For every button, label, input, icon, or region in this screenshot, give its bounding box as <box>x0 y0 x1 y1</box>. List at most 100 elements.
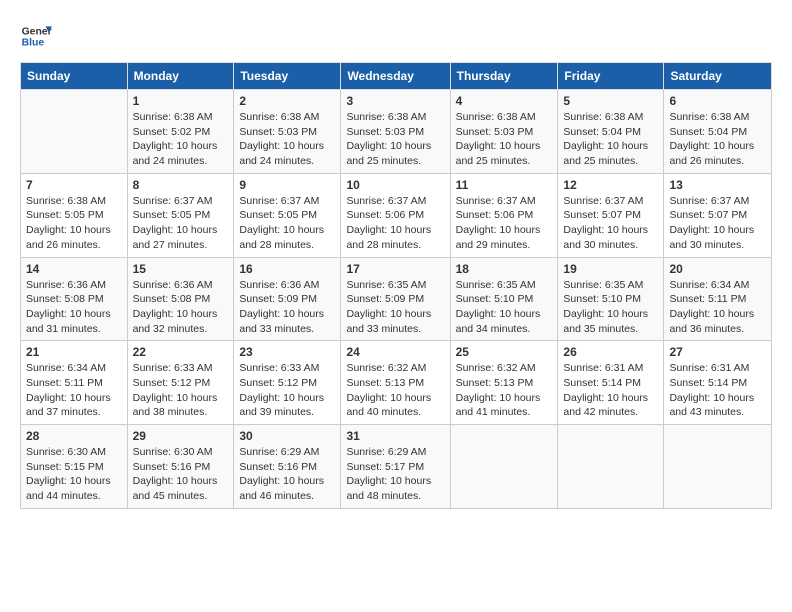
day-number: 25 <box>456 345 553 359</box>
calendar-cell: 22Sunrise: 6:33 AMSunset: 5:12 PMDayligh… <box>127 341 234 425</box>
day-number: 4 <box>456 94 553 108</box>
calendar-cell: 5 Sunrise: 6:38 AMSunset: 5:04 PMDaylight… <box>558 90 664 174</box>
day-info: Sunrise: 6:34 AMSunset: 5:11 PMDaylight:… <box>26 361 122 420</box>
col-header-friday: Friday <box>558 63 664 90</box>
day-number: 20 <box>669 262 766 276</box>
day-number: 19 <box>563 262 658 276</box>
day-number: 6 <box>669 94 766 108</box>
calendar-cell: 9 Sunrise: 6:37 AMSunset: 5:05 PMDaylight… <box>234 173 341 257</box>
calendar-cell: 3 Sunrise: 6:38 AMSunset: 5:03 PMDaylight… <box>341 90 450 174</box>
calendar-week-2: 7 Sunrise: 6:38 AMSunset: 5:05 PMDaylight… <box>21 173 772 257</box>
svg-text:Blue: Blue <box>22 38 45 49</box>
day-info: Sunrise: 6:30 AMSunset: 5:15 PMDaylight:… <box>26 445 122 504</box>
day-number: 27 <box>669 345 766 359</box>
calendar-cell: 21Sunrise: 6:34 AMSunset: 5:11 PMDayligh… <box>21 341 128 425</box>
day-number: 28 <box>26 429 122 443</box>
day-number: 30 <box>239 429 335 443</box>
calendar-cell: 27 Sunrise: 6:31 AMSunset: 5:14 PMDayligh… <box>664 341 772 425</box>
day-number: 23 <box>239 345 335 359</box>
calendar-cell: 16Sunrise: 6:36 AMSunset: 5:09 PMDayligh… <box>234 257 341 341</box>
calendar-cell: 20 Sunrise: 6:34 AMSunset: 5:11 PMDayligh… <box>664 257 772 341</box>
day-number: 7 <box>26 178 122 192</box>
day-number: 3 <box>346 94 444 108</box>
day-info: Sunrise: 6:37 AMSunset: 5:05 PMDaylight:… <box>239 194 335 253</box>
day-number: 18 <box>456 262 553 276</box>
day-info: Sunrise: 6:32 AMSunset: 5:13 PMDaylight:… <box>456 361 553 420</box>
day-info: Sunrise: 6:33 AMSunset: 5:12 PMDaylight:… <box>133 361 229 420</box>
calendar-table: SundayMondayTuesdayWednesdayThursdayFrid… <box>20 62 772 509</box>
day-number: 10 <box>346 178 444 192</box>
day-info: Sunrise: 6:33 AMSunset: 5:12 PMDaylight:… <box>239 361 335 420</box>
calendar-cell <box>558 425 664 509</box>
day-info: Sunrise: 6:37 AMSunset: 5:07 PMDaylight:… <box>563 194 658 253</box>
day-number: 1 <box>133 94 229 108</box>
day-info: Sunrise: 6:35 AMSunset: 5:09 PMDaylight:… <box>346 278 444 337</box>
day-number: 31 <box>346 429 444 443</box>
calendar-cell: 1 Sunrise: 6:38 AMSunset: 5:02 PMDaylight… <box>127 90 234 174</box>
calendar-cell: 17 Sunrise: 6:35 AMSunset: 5:09 PMDayligh… <box>341 257 450 341</box>
calendar-cell: 25 Sunrise: 6:32 AMSunset: 5:13 PMDayligh… <box>450 341 558 425</box>
day-info: Sunrise: 6:36 AMSunset: 5:09 PMDaylight:… <box>239 278 335 337</box>
calendar-week-1: 1 Sunrise: 6:38 AMSunset: 5:02 PMDaylight… <box>21 90 772 174</box>
calendar-week-3: 14 Sunrise: 6:36 AMSunset: 5:08 PMDayligh… <box>21 257 772 341</box>
day-number: 29 <box>133 429 229 443</box>
day-info: Sunrise: 6:32 AMSunset: 5:13 PMDaylight:… <box>346 361 444 420</box>
calendar-cell: 10 Sunrise: 6:37 AMSunset: 5:06 PMDayligh… <box>341 173 450 257</box>
calendar-cell: 24Sunrise: 6:32 AMSunset: 5:13 PMDayligh… <box>341 341 450 425</box>
day-info: Sunrise: 6:29 AMSunset: 5:17 PMDaylight:… <box>346 445 444 504</box>
day-number: 13 <box>669 178 766 192</box>
col-header-sunday: Sunday <box>21 63 128 90</box>
day-number: 9 <box>239 178 335 192</box>
calendar-cell: 18 Sunrise: 6:35 AMSunset: 5:10 PMDayligh… <box>450 257 558 341</box>
calendar-cell <box>21 90 128 174</box>
day-number: 17 <box>346 262 444 276</box>
day-number: 2 <box>239 94 335 108</box>
day-number: 15 <box>133 262 229 276</box>
day-info: Sunrise: 6:31 AMSunset: 5:14 PMDaylight:… <box>669 361 766 420</box>
col-header-saturday: Saturday <box>664 63 772 90</box>
calendar-cell: 31 Sunrise: 6:29 AMSunset: 5:17 PMDayligh… <box>341 425 450 509</box>
day-info: Sunrise: 6:38 AMSunset: 5:04 PMDaylight:… <box>563 110 658 169</box>
col-header-thursday: Thursday <box>450 63 558 90</box>
day-number: 8 <box>133 178 229 192</box>
calendar-cell: 12 Sunrise: 6:37 AMSunset: 5:07 PMDayligh… <box>558 173 664 257</box>
calendar-cell: 23 Sunrise: 6:33 AMSunset: 5:12 PMDayligh… <box>234 341 341 425</box>
day-info: Sunrise: 6:29 AMSunset: 5:16 PMDaylight:… <box>239 445 335 504</box>
day-info: Sunrise: 6:37 AMSunset: 5:05 PMDaylight:… <box>133 194 229 253</box>
day-number: 12 <box>563 178 658 192</box>
day-info: Sunrise: 6:36 AMSunset: 5:08 PMDaylight:… <box>133 278 229 337</box>
day-info: Sunrise: 6:37 AMSunset: 5:06 PMDaylight:… <box>346 194 444 253</box>
day-info: Sunrise: 6:38 AMSunset: 5:04 PMDaylight:… <box>669 110 766 169</box>
day-info: Sunrise: 6:34 AMSunset: 5:11 PMDaylight:… <box>669 278 766 337</box>
day-info: Sunrise: 6:30 AMSunset: 5:16 PMDaylight:… <box>133 445 229 504</box>
day-number: 5 <box>563 94 658 108</box>
calendar-cell <box>664 425 772 509</box>
calendar-cell: 2 Sunrise: 6:38 AMSunset: 5:03 PMDaylight… <box>234 90 341 174</box>
day-info: Sunrise: 6:35 AMSunset: 5:10 PMDaylight:… <box>456 278 553 337</box>
day-info: Sunrise: 6:38 AMSunset: 5:03 PMDaylight:… <box>346 110 444 169</box>
logo: General Blue <box>20 20 52 52</box>
day-info: Sunrise: 6:37 AMSunset: 5:07 PMDaylight:… <box>669 194 766 253</box>
calendar-cell: 30 Sunrise: 6:29 AMSunset: 5:16 PMDayligh… <box>234 425 341 509</box>
col-header-tuesday: Tuesday <box>234 63 341 90</box>
calendar-cell: 4Sunrise: 6:38 AMSunset: 5:03 PMDaylight… <box>450 90 558 174</box>
day-info: Sunrise: 6:38 AMSunset: 5:03 PMDaylight:… <box>239 110 335 169</box>
page-header: General Blue <box>20 20 772 52</box>
calendar-cell: 28 Sunrise: 6:30 AMSunset: 5:15 PMDayligh… <box>21 425 128 509</box>
calendar-cell: 14 Sunrise: 6:36 AMSunset: 5:08 PMDayligh… <box>21 257 128 341</box>
day-info: Sunrise: 6:36 AMSunset: 5:08 PMDaylight:… <box>26 278 122 337</box>
calendar-cell: 13 Sunrise: 6:37 AMSunset: 5:07 PMDayligh… <box>664 173 772 257</box>
calendar-cell: 8 Sunrise: 6:37 AMSunset: 5:05 PMDaylight… <box>127 173 234 257</box>
calendar-week-4: 21Sunrise: 6:34 AMSunset: 5:11 PMDayligh… <box>21 341 772 425</box>
calendar-cell: 29 Sunrise: 6:30 AMSunset: 5:16 PMDayligh… <box>127 425 234 509</box>
col-header-monday: Monday <box>127 63 234 90</box>
col-header-wednesday: Wednesday <box>341 63 450 90</box>
day-info: Sunrise: 6:38 AMSunset: 5:02 PMDaylight:… <box>133 110 229 169</box>
day-info: Sunrise: 6:38 AMSunset: 5:05 PMDaylight:… <box>26 194 122 253</box>
calendar-cell <box>450 425 558 509</box>
day-info: Sunrise: 6:31 AMSunset: 5:14 PMDaylight:… <box>563 361 658 420</box>
calendar-cell: 15 Sunrise: 6:36 AMSunset: 5:08 PMDayligh… <box>127 257 234 341</box>
calendar-cell: 26Sunrise: 6:31 AMSunset: 5:14 PMDayligh… <box>558 341 664 425</box>
day-number: 14 <box>26 262 122 276</box>
calendar-week-5: 28 Sunrise: 6:30 AMSunset: 5:15 PMDayligh… <box>21 425 772 509</box>
